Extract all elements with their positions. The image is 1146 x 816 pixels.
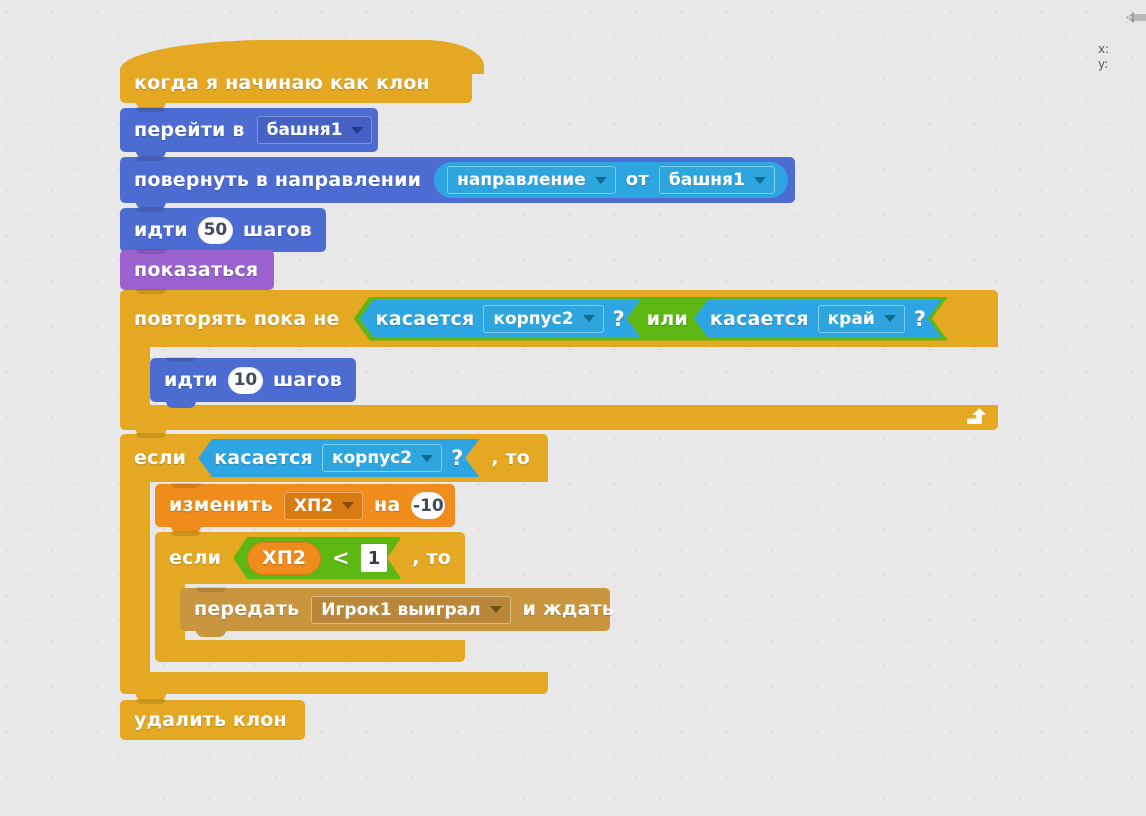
block-notch (166, 357, 196, 362)
of-label: от (625, 169, 649, 190)
move-steps-input[interactable]: 50 (197, 216, 233, 244)
hat-label: когда я начинаю как клон (134, 72, 430, 94)
touching-question-mark: ? (913, 306, 926, 331)
operator-or[interactable]: касается корпус2 ? или касается край ? (354, 297, 948, 341)
block-show[interactable]: показаться (120, 249, 274, 296)
touching-target-dropdown[interactable]: край (818, 305, 905, 333)
block-notch (136, 107, 166, 112)
chevron-down-icon (583, 315, 595, 322)
block-notch (136, 207, 166, 212)
move-label-after: шагов (242, 218, 312, 241)
block-go-to[interactable]: перейти в башня1 (120, 107, 378, 158)
touching-question-mark: ? (451, 446, 464, 470)
block-notch (136, 433, 166, 438)
chevron-down-icon (421, 455, 433, 462)
broadcast-message-value: Игрок1 выиграл (321, 599, 481, 620)
block-notch (171, 531, 201, 536)
block-notch (171, 483, 201, 488)
block-notch (136, 249, 166, 254)
broadcast-label-after: и ждать (522, 598, 614, 620)
hat-dome (120, 40, 484, 74)
if-touching-header[interactable]: если касается корпус2 ? , то (120, 433, 548, 482)
chevron-down-icon (753, 176, 766, 184)
y-coordinate-label: y: (1098, 57, 1109, 71)
if-touching-footer[interactable] (120, 672, 548, 694)
move-label-before: идти (164, 368, 218, 391)
then-label: , то (491, 447, 530, 469)
repeat-until-header[interactable]: повторять пока не касается корпус2 ? или… (120, 289, 998, 347)
chevron-down-icon (342, 502, 355, 509)
sensing-touching-edge[interactable]: касается край ? (694, 300, 942, 338)
repeat-until-spine (120, 347, 150, 405)
broadcast-label-before: передать (194, 598, 300, 620)
block-move-steps-inner[interactable]: идти 10 шагов (150, 357, 356, 408)
attribute-dropdown[interactable]: направление (447, 166, 616, 194)
touching-label: касается (375, 307, 475, 330)
variable-dropdown[interactable]: ХП2 (283, 491, 364, 520)
coordinate-hud: x: y: (1090, 0, 1146, 90)
if-label: если (169, 547, 222, 569)
block-delete-clone[interactable]: удалить клон (120, 699, 305, 740)
touching-target-dropdown[interactable]: корпус2 (322, 444, 442, 472)
chevron-down-icon (489, 606, 502, 613)
comparison-value-input[interactable]: 1 (361, 544, 388, 572)
scratch-workspace[interactable]: когда я начинаю как клон перейти в башня… (0, 0, 1146, 816)
delete-clone-label: удалить клон (134, 708, 287, 731)
change-label-mid: на (374, 494, 401, 516)
repeat-until-footer[interactable] (120, 405, 998, 430)
block-move-steps-outer[interactable]: идти 50 шагов (120, 207, 326, 258)
go-to-target-dropdown[interactable]: башня1 (256, 116, 373, 144)
x-coordinate-label: x: (1098, 42, 1110, 56)
loop-arrow-icon (967, 408, 986, 424)
repeat-until-label: повторять пока не (134, 307, 340, 330)
block-notch (136, 289, 166, 294)
if-touching-spine (120, 482, 150, 672)
variable-reporter[interactable]: ХП2 (247, 542, 321, 575)
change-label-before: изменить (169, 494, 273, 516)
or-label: или (646, 307, 688, 330)
reporter-attribute-of[interactable]: направление от башня1 (434, 162, 788, 198)
attribute-value: направление (457, 170, 586, 190)
touching-target-value: край (827, 308, 875, 329)
operator-less-than[interactable]: ХП2 < 1 (233, 537, 401, 579)
sensing-touching-hull2[interactable]: касается корпус2 ? (198, 439, 479, 477)
object-dropdown[interactable]: башня1 (658, 166, 775, 194)
move-label-before: идти (134, 218, 188, 241)
touching-target-value: корпус2 (493, 308, 574, 329)
change-amount-input[interactable]: -10 (411, 492, 446, 519)
comparator-label: < (331, 546, 350, 570)
variable-name: ХП2 (293, 495, 334, 516)
point-in-direction-label: повернуть в направлении (134, 168, 422, 191)
if-less-footer[interactable] (155, 640, 465, 662)
cursor-pointer-icon (1126, 12, 1146, 23)
touching-target-dropdown[interactable]: корпус2 (483, 305, 603, 333)
block-notch (136, 156, 166, 161)
move-steps-input[interactable]: 10 (227, 366, 263, 394)
block-point-in-direction[interactable]: повернуть в направлении направление от б… (120, 156, 795, 209)
block-notch (196, 587, 226, 592)
if-less-header[interactable]: если ХП2 < 1 , то (155, 531, 465, 584)
broadcast-message-dropdown[interactable]: Игрок1 выиграл (311, 595, 511, 624)
then-label: , то (412, 547, 451, 569)
sensing-touching-hull2[interactable]: касается корпус2 ? (360, 300, 641, 338)
chevron-down-icon (351, 126, 364, 134)
touching-label: касается (709, 307, 809, 330)
block-when-i-start-as-clone[interactable]: когда я начинаю как клон (120, 40, 484, 109)
chevron-down-icon (594, 176, 607, 184)
object-value: башня1 (668, 170, 745, 190)
go-to-target-value: башня1 (266, 120, 343, 140)
touching-label: касается (214, 447, 313, 469)
chevron-down-icon (884, 315, 896, 322)
move-label-after: шагов (272, 368, 342, 391)
block-notch (136, 699, 166, 704)
block-change-variable[interactable]: изменить ХП2 на -10 (155, 483, 455, 533)
show-label: показаться (134, 258, 259, 281)
go-to-label: перейти в (134, 118, 245, 141)
block-broadcast-and-wait[interactable]: передать Игрок1 выиграл и ждать (180, 587, 614, 637)
touching-target-value: корпус2 (331, 448, 413, 468)
touching-question-mark: ? (612, 306, 625, 331)
if-label: если (134, 447, 187, 469)
